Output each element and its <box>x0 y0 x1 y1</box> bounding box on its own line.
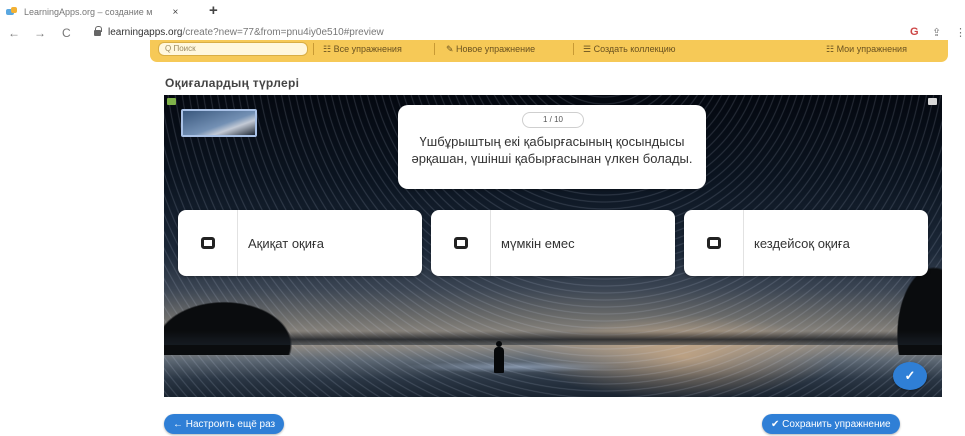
configure-again-button[interactable]: ← Настроить ещё раз <box>164 414 285 434</box>
question-card: 1 / 10 Үшбұрыштың екі қабырғасының қосын… <box>398 105 706 189</box>
exercise-app-frame: 1 / 10 Үшбұрыштың екі қабырғасының қосын… <box>164 95 942 397</box>
checkbox-icon[interactable] <box>453 237 468 249</box>
toolbar-divider <box>573 43 574 55</box>
background-thumbnail[interactable] <box>181 109 257 137</box>
create-collection-link[interactable]: ☰ Создать коллекцию <box>583 44 676 55</box>
background-person-silhouette <box>494 341 504 373</box>
tab-title: LearningApps.org – создание м <box>24 7 153 17</box>
answer-label: мүмкін емес <box>501 235 575 251</box>
url-host: learningapps.org <box>108 27 183 38</box>
check-answers-button[interactable]: ✓ <box>893 362 927 390</box>
background-light-beam <box>364 357 684 379</box>
tab-close-icon[interactable]: × <box>172 7 178 18</box>
checkbox-icon[interactable] <box>200 237 215 249</box>
answer-checkbox-cell <box>431 210 491 276</box>
toolbar-divider <box>434 43 435 55</box>
new-tab-plus-icon[interactable]: + <box>209 2 218 19</box>
answer-checkbox-cell <box>684 210 744 276</box>
answer-label: Ақиқат оқиға <box>248 235 324 251</box>
search-input[interactable]: Q Поиск <box>158 42 308 56</box>
more-menu-icon[interactable]: ⋮ <box>955 26 965 39</box>
answer-option[interactable]: кездейсоқ оқиға <box>684 210 928 276</box>
browser-tab[interactable]: LearningApps.org – создание м × <box>6 4 178 20</box>
answer-option[interactable]: Ақиқат оқиға <box>178 210 422 276</box>
checkbox-icon[interactable] <box>706 237 721 249</box>
question-text: Үшбұрыштың екі қабырғасының қосындысы әр… <box>411 134 693 166</box>
lock-icon <box>94 26 102 36</box>
all-exercises-link[interactable]: ☷ Все упражнения <box>323 44 402 55</box>
background-horizon <box>164 331 942 345</box>
back-arrow-icon[interactable]: ← <box>8 26 20 40</box>
my-exercises-link[interactable]: ☷ Мои упражнения <box>826 44 907 55</box>
answer-label: кездейсоқ оқиға <box>754 235 850 251</box>
google-translate-icon[interactable]: G <box>910 26 919 38</box>
learningapps-favicon-icon <box>6 7 18 17</box>
url-field[interactable]: learningapps.org/create?new=77&from=pnu4… <box>108 27 384 38</box>
exercise-title: Оқиғалардың түрлері <box>165 76 300 90</box>
share-icon[interactable]: ⇪ <box>932 26 941 39</box>
answer-option[interactable]: мүмкін емес <box>431 210 675 276</box>
reload-icon[interactable]: C <box>62 26 71 40</box>
url-path: /create?new=77&from=pnu4iy0e510#preview <box>182 27 384 38</box>
save-exercise-button[interactable]: ✔ Сохранить упражнение <box>762 414 900 434</box>
answer-checkbox-cell <box>178 210 238 276</box>
forward-arrow-icon[interactable]: → <box>34 26 46 40</box>
browser-tabbar: LearningApps.org – создание м × + <box>0 0 965 22</box>
new-exercise-link[interactable]: ✎ Новое упражнение <box>446 44 535 55</box>
site-toolbar: Q Поиск ☷ Все упражнения ✎ Новое упражне… <box>150 40 948 62</box>
toolbar-divider <box>313 43 314 55</box>
fullscreen-icon[interactable] <box>928 98 937 105</box>
app-corner-left-icon <box>167 98 176 105</box>
question-counter: 1 / 10 <box>522 112 584 128</box>
